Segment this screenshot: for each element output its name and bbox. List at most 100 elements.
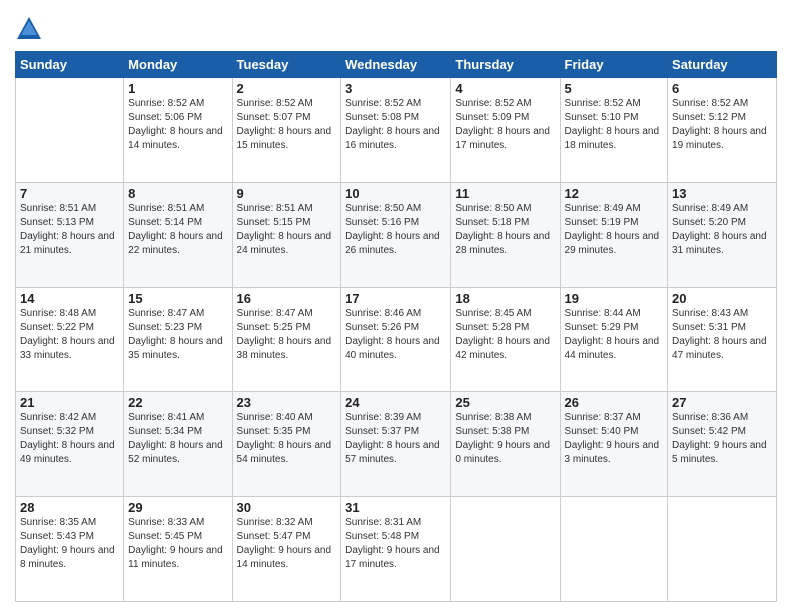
day-header-saturday: Saturday xyxy=(668,52,777,78)
day-number: 17 xyxy=(345,291,446,306)
day-number: 26 xyxy=(565,395,664,410)
calendar-cell: 5Sunrise: 8:52 AM Sunset: 5:10 PM Daylig… xyxy=(560,78,668,183)
calendar-cell: 20Sunrise: 8:43 AM Sunset: 5:31 PM Dayli… xyxy=(668,287,777,392)
day-detail: Sunrise: 8:45 AM Sunset: 5:28 PM Dayligh… xyxy=(455,307,555,363)
calendar-cell: 17Sunrise: 8:46 AM Sunset: 5:26 PM Dayli… xyxy=(341,287,451,392)
day-number: 3 xyxy=(345,81,446,96)
day-detail: Sunrise: 8:49 AM Sunset: 5:20 PM Dayligh… xyxy=(672,202,772,258)
header-row: SundayMondayTuesdayWednesdayThursdayFrid… xyxy=(16,52,777,78)
day-detail: Sunrise: 8:42 AM Sunset: 5:32 PM Dayligh… xyxy=(20,411,119,467)
day-header-monday: Monday xyxy=(124,52,232,78)
day-number: 22 xyxy=(128,395,227,410)
day-number: 5 xyxy=(565,81,664,96)
day-detail: Sunrise: 8:41 AM Sunset: 5:34 PM Dayligh… xyxy=(128,411,227,467)
day-detail: Sunrise: 8:52 AM Sunset: 5:06 PM Dayligh… xyxy=(128,97,227,153)
day-detail: Sunrise: 8:51 AM Sunset: 5:13 PM Dayligh… xyxy=(20,202,119,258)
calendar-week-row: 1Sunrise: 8:52 AM Sunset: 5:06 PM Daylig… xyxy=(16,78,777,183)
calendar-cell: 14Sunrise: 8:48 AM Sunset: 5:22 PM Dayli… xyxy=(16,287,124,392)
calendar-cell: 23Sunrise: 8:40 AM Sunset: 5:35 PM Dayli… xyxy=(232,392,341,497)
calendar-cell: 4Sunrise: 8:52 AM Sunset: 5:09 PM Daylig… xyxy=(451,78,560,183)
day-detail: Sunrise: 8:52 AM Sunset: 5:12 PM Dayligh… xyxy=(672,97,772,153)
day-detail: Sunrise: 8:44 AM Sunset: 5:29 PM Dayligh… xyxy=(565,307,664,363)
day-detail: Sunrise: 8:35 AM Sunset: 5:43 PM Dayligh… xyxy=(20,516,119,572)
day-number: 1 xyxy=(128,81,227,96)
day-detail: Sunrise: 8:37 AM Sunset: 5:40 PM Dayligh… xyxy=(565,411,664,467)
day-detail: Sunrise: 8:46 AM Sunset: 5:26 PM Dayligh… xyxy=(345,307,446,363)
day-number: 20 xyxy=(672,291,772,306)
day-detail: Sunrise: 8:50 AM Sunset: 5:18 PM Dayligh… xyxy=(455,202,555,258)
calendar-page: SundayMondayTuesdayWednesdayThursdayFrid… xyxy=(0,0,792,612)
calendar-cell: 1Sunrise: 8:52 AM Sunset: 5:06 PM Daylig… xyxy=(124,78,232,183)
day-detail: Sunrise: 8:52 AM Sunset: 5:08 PM Dayligh… xyxy=(345,97,446,153)
day-number: 30 xyxy=(237,500,337,515)
calendar-week-row: 7Sunrise: 8:51 AM Sunset: 5:13 PM Daylig… xyxy=(16,182,777,287)
day-detail: Sunrise: 8:47 AM Sunset: 5:23 PM Dayligh… xyxy=(128,307,227,363)
day-detail: Sunrise: 8:52 AM Sunset: 5:09 PM Dayligh… xyxy=(455,97,555,153)
day-number: 25 xyxy=(455,395,555,410)
calendar-cell: 13Sunrise: 8:49 AM Sunset: 5:20 PM Dayli… xyxy=(668,182,777,287)
calendar-cell: 31Sunrise: 8:31 AM Sunset: 5:48 PM Dayli… xyxy=(341,497,451,602)
day-number: 14 xyxy=(20,291,119,306)
day-number: 15 xyxy=(128,291,227,306)
calendar-cell: 7Sunrise: 8:51 AM Sunset: 5:13 PM Daylig… xyxy=(16,182,124,287)
calendar-cell: 29Sunrise: 8:33 AM Sunset: 5:45 PM Dayli… xyxy=(124,497,232,602)
calendar-cell: 3Sunrise: 8:52 AM Sunset: 5:08 PM Daylig… xyxy=(341,78,451,183)
calendar-cell: 9Sunrise: 8:51 AM Sunset: 5:15 PM Daylig… xyxy=(232,182,341,287)
calendar-cell xyxy=(560,497,668,602)
calendar-cell: 6Sunrise: 8:52 AM Sunset: 5:12 PM Daylig… xyxy=(668,78,777,183)
day-number: 4 xyxy=(455,81,555,96)
calendar-cell: 19Sunrise: 8:44 AM Sunset: 5:29 PM Dayli… xyxy=(560,287,668,392)
calendar-cell: 15Sunrise: 8:47 AM Sunset: 5:23 PM Dayli… xyxy=(124,287,232,392)
day-number: 19 xyxy=(565,291,664,306)
calendar-week-row: 28Sunrise: 8:35 AM Sunset: 5:43 PM Dayli… xyxy=(16,497,777,602)
day-number: 11 xyxy=(455,186,555,201)
day-number: 12 xyxy=(565,186,664,201)
calendar-cell: 11Sunrise: 8:50 AM Sunset: 5:18 PM Dayli… xyxy=(451,182,560,287)
day-detail: Sunrise: 8:47 AM Sunset: 5:25 PM Dayligh… xyxy=(237,307,337,363)
calendar-cell: 28Sunrise: 8:35 AM Sunset: 5:43 PM Dayli… xyxy=(16,497,124,602)
day-detail: Sunrise: 8:52 AM Sunset: 5:07 PM Dayligh… xyxy=(237,97,337,153)
day-detail: Sunrise: 8:52 AM Sunset: 5:10 PM Dayligh… xyxy=(565,97,664,153)
calendar-cell xyxy=(451,497,560,602)
day-detail: Sunrise: 8:49 AM Sunset: 5:19 PM Dayligh… xyxy=(565,202,664,258)
calendar-cell: 21Sunrise: 8:42 AM Sunset: 5:32 PM Dayli… xyxy=(16,392,124,497)
calendar-cell: 10Sunrise: 8:50 AM Sunset: 5:16 PM Dayli… xyxy=(341,182,451,287)
day-header-friday: Friday xyxy=(560,52,668,78)
day-detail: Sunrise: 8:36 AM Sunset: 5:42 PM Dayligh… xyxy=(672,411,772,467)
day-number: 13 xyxy=(672,186,772,201)
calendar-cell: 2Sunrise: 8:52 AM Sunset: 5:07 PM Daylig… xyxy=(232,78,341,183)
day-number: 6 xyxy=(672,81,772,96)
day-detail: Sunrise: 8:40 AM Sunset: 5:35 PM Dayligh… xyxy=(237,411,337,467)
day-detail: Sunrise: 8:50 AM Sunset: 5:16 PM Dayligh… xyxy=(345,202,446,258)
day-number: 2 xyxy=(237,81,337,96)
day-detail: Sunrise: 8:43 AM Sunset: 5:31 PM Dayligh… xyxy=(672,307,772,363)
calendar-cell: 25Sunrise: 8:38 AM Sunset: 5:38 PM Dayli… xyxy=(451,392,560,497)
calendar-week-row: 21Sunrise: 8:42 AM Sunset: 5:32 PM Dayli… xyxy=(16,392,777,497)
calendar-cell xyxy=(668,497,777,602)
day-detail: Sunrise: 8:48 AM Sunset: 5:22 PM Dayligh… xyxy=(20,307,119,363)
calendar-cell: 18Sunrise: 8:45 AM Sunset: 5:28 PM Dayli… xyxy=(451,287,560,392)
day-detail: Sunrise: 8:38 AM Sunset: 5:38 PM Dayligh… xyxy=(455,411,555,467)
day-number: 18 xyxy=(455,291,555,306)
day-header-wednesday: Wednesday xyxy=(341,52,451,78)
calendar-cell: 22Sunrise: 8:41 AM Sunset: 5:34 PM Dayli… xyxy=(124,392,232,497)
day-number: 16 xyxy=(237,291,337,306)
day-number: 23 xyxy=(237,395,337,410)
day-detail: Sunrise: 8:31 AM Sunset: 5:48 PM Dayligh… xyxy=(345,516,446,572)
day-number: 29 xyxy=(128,500,227,515)
calendar-cell: 30Sunrise: 8:32 AM Sunset: 5:47 PM Dayli… xyxy=(232,497,341,602)
header xyxy=(15,10,777,43)
day-number: 9 xyxy=(237,186,337,201)
day-detail: Sunrise: 8:33 AM Sunset: 5:45 PM Dayligh… xyxy=(128,516,227,572)
calendar-cell: 26Sunrise: 8:37 AM Sunset: 5:40 PM Dayli… xyxy=(560,392,668,497)
calendar-header: SundayMondayTuesdayWednesdayThursdayFrid… xyxy=(16,52,777,78)
calendar-week-row: 14Sunrise: 8:48 AM Sunset: 5:22 PM Dayli… xyxy=(16,287,777,392)
logo xyxy=(15,15,47,43)
calendar-cell: 24Sunrise: 8:39 AM Sunset: 5:37 PM Dayli… xyxy=(341,392,451,497)
day-number: 28 xyxy=(20,500,119,515)
calendar-cell: 8Sunrise: 8:51 AM Sunset: 5:14 PM Daylig… xyxy=(124,182,232,287)
day-detail: Sunrise: 8:39 AM Sunset: 5:37 PM Dayligh… xyxy=(345,411,446,467)
day-detail: Sunrise: 8:51 AM Sunset: 5:14 PM Dayligh… xyxy=(128,202,227,258)
calendar-cell: 12Sunrise: 8:49 AM Sunset: 5:19 PM Dayli… xyxy=(560,182,668,287)
calendar-cell: 16Sunrise: 8:47 AM Sunset: 5:25 PM Dayli… xyxy=(232,287,341,392)
